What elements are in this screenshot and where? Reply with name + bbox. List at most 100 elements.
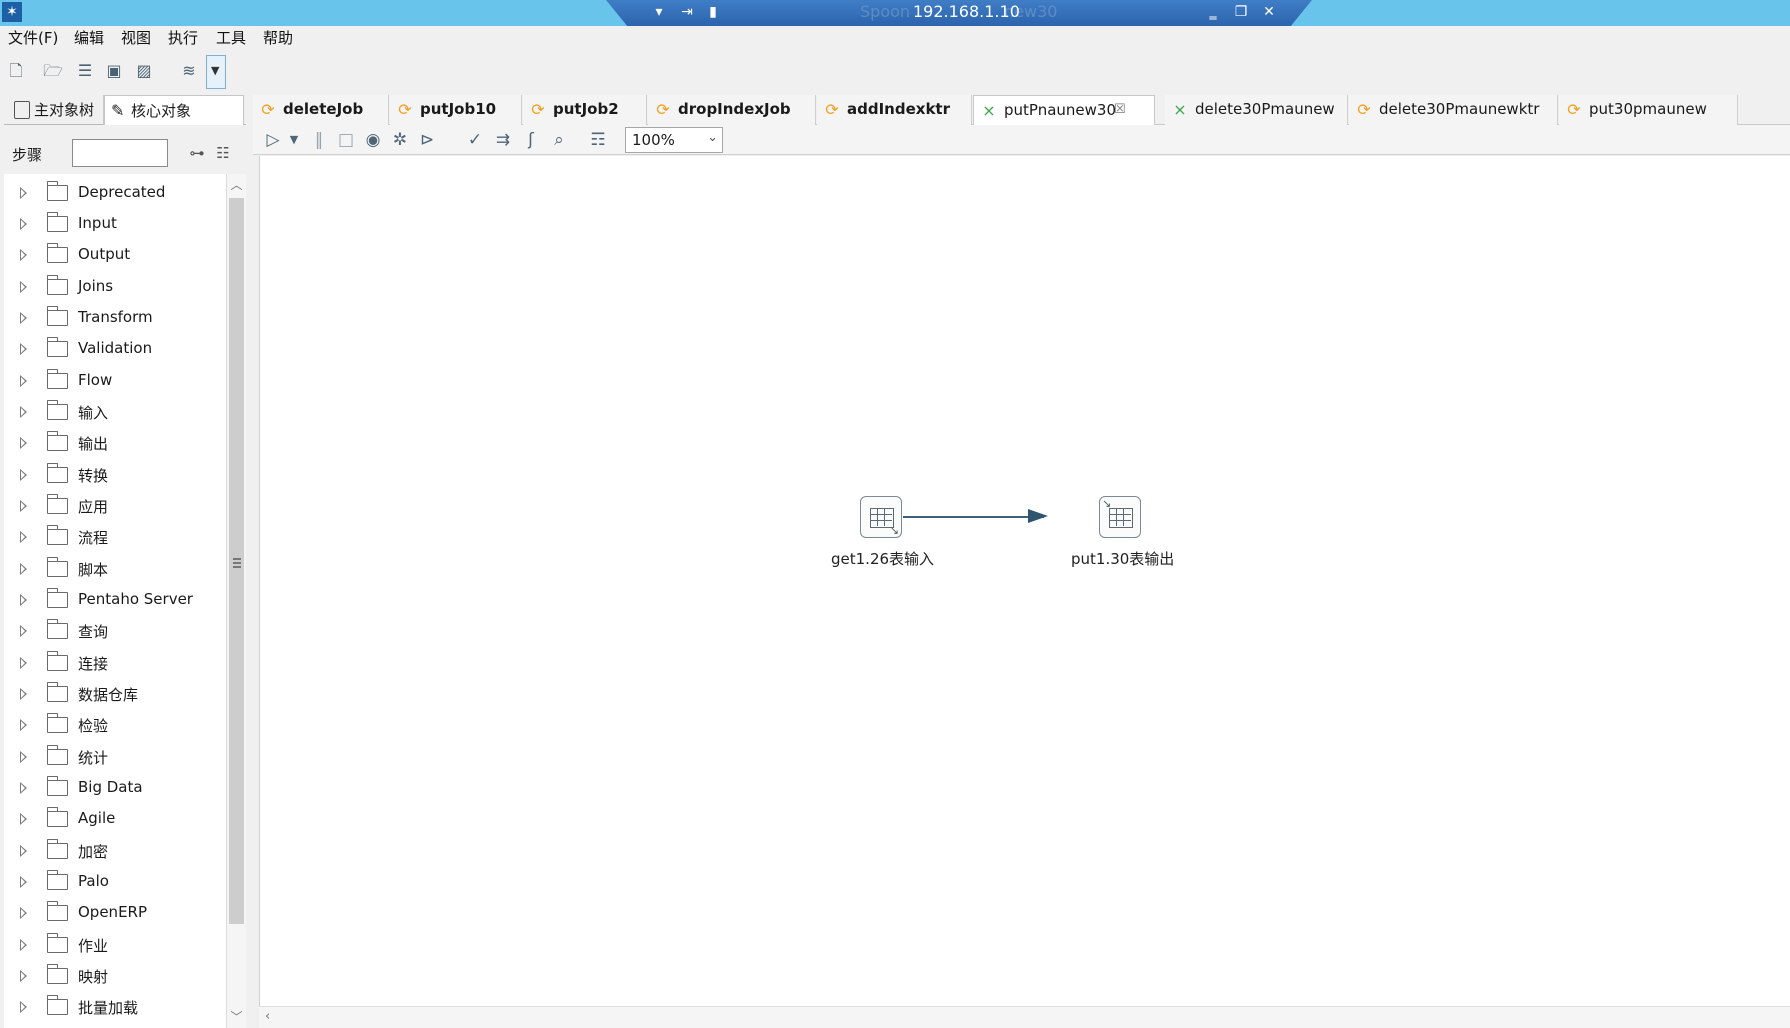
tree-vertical-scrollbar[interactable]: ︿ ﹀ xyxy=(226,174,246,1028)
verify-icon[interactable]: ✓ xyxy=(463,128,487,152)
expand-arrow-icon[interactable] xyxy=(20,782,27,794)
expand-arrow-icon[interactable] xyxy=(20,249,27,261)
tab-delete30pmaunewktr[interactable]: ⟳ delete30Pmaunewktr xyxy=(1349,95,1558,125)
expand-arrow-icon[interactable] xyxy=(20,907,27,919)
tree-item-validation[interactable]: Validation xyxy=(4,335,226,363)
tree-item-pentaho-server[interactable]: Pentaho Server xyxy=(4,586,226,614)
scroll-left-icon[interactable]: ‹ xyxy=(265,1009,270,1024)
expand-arrow-icon[interactable] xyxy=(20,500,27,512)
tree-item-input[interactable]: Input xyxy=(4,210,226,238)
expand-arrow-icon[interactable] xyxy=(20,343,27,355)
debug-icon[interactable]: ✲ xyxy=(388,128,412,152)
run-options-dropdown-icon[interactable]: ▼ xyxy=(282,128,306,152)
expand-arrow-icon[interactable] xyxy=(20,281,27,293)
expand-arrow-icon[interactable] xyxy=(20,375,27,387)
tab-addindexktr[interactable]: ⟳ addIndexktr xyxy=(817,95,972,125)
tab-putjob2[interactable]: ⟳ putJob2 xyxy=(523,95,647,125)
menu-file[interactable]: 文件(F) xyxy=(8,28,58,48)
panel-splitter[interactable] xyxy=(247,95,253,1028)
minimize-icon[interactable]: ‗ xyxy=(1202,1,1224,23)
menu-tools[interactable]: 工具 xyxy=(216,28,246,48)
restore-icon[interactable]: ❐ xyxy=(1230,1,1252,23)
expand-arrow-icon[interactable] xyxy=(20,406,27,418)
tab-deletejob[interactable]: ⟳ deleteJob xyxy=(253,95,389,125)
sql-icon[interactable]: ʃ xyxy=(519,128,543,152)
tree-item-data-warehouse[interactable]: 数据仓库 xyxy=(4,680,226,708)
expand-arrow-icon[interactable] xyxy=(20,688,27,700)
tab-putpnaunew30[interactable]: ⨯ putPnaunew30 ☒ xyxy=(973,95,1155,125)
tab-putjob10[interactable]: ⟳ putJob10 xyxy=(390,95,522,125)
tree-item-output-cn[interactable]: 输出 xyxy=(4,429,226,457)
menu-help[interactable]: 帮助 xyxy=(263,28,293,48)
tree-item-application[interactable]: 应用 xyxy=(4,492,226,520)
explore-db-icon[interactable]: ⌕ xyxy=(547,128,571,152)
perspective-dropdown-button[interactable]: ▼ xyxy=(206,55,226,89)
steps-search-input[interactable] xyxy=(72,139,168,167)
expand-arrow-icon[interactable] xyxy=(20,187,27,199)
expand-tree-icon[interactable]: ☷ xyxy=(212,142,234,164)
expand-arrow-icon[interactable] xyxy=(20,469,27,481)
tree-item-input-cn[interactable]: 输入 xyxy=(4,398,226,426)
canvas-horizontal-scrollbar[interactable]: ‹ xyxy=(259,1006,1790,1028)
expand-arrow-icon[interactable] xyxy=(20,845,27,857)
menu-view[interactable]: 视图 xyxy=(121,28,151,48)
expand-arrow-icon[interactable] xyxy=(20,531,27,543)
scroll-up-icon[interactable]: ︿ xyxy=(227,176,246,194)
save-as-icon[interactable]: ▨ xyxy=(133,60,155,82)
tree-item-bulk-loading[interactable]: 批量加载 xyxy=(4,993,226,1021)
show-results-icon[interactable]: ☶ xyxy=(586,128,610,152)
hop-line[interactable] xyxy=(903,516,1044,518)
expand-arrow-icon[interactable] xyxy=(20,719,27,731)
tab-main-object-tree[interactable]: 主对象树 xyxy=(8,95,104,125)
expand-arrow-icon[interactable] xyxy=(20,563,27,575)
step-table-output[interactable]: ↘ xyxy=(1099,496,1141,538)
preview-icon[interactable]: ◉ xyxy=(361,128,385,152)
expand-arrow-icon[interactable] xyxy=(20,625,27,637)
chevron-down-icon[interactable]: ▾ xyxy=(648,1,670,23)
expand-arrow-icon[interactable] xyxy=(20,813,27,825)
impact-icon[interactable]: ⇉ xyxy=(491,128,515,152)
tab-core-objects[interactable]: ✎ 核心对象 xyxy=(104,95,244,125)
scrollbar-thumb[interactable] xyxy=(229,198,244,924)
tree-item-joins-cn[interactable]: 连接 xyxy=(4,649,226,677)
expand-arrow-icon[interactable] xyxy=(20,657,27,669)
expand-arrow-icon[interactable] xyxy=(20,939,27,951)
tab-put30pmaunew[interactable]: ⟳ put30pmaunew xyxy=(1559,95,1738,125)
tree-item-flow[interactable]: Flow xyxy=(4,367,226,395)
tree-item-joins[interactable]: Joins xyxy=(4,273,226,301)
tree-item-mapping[interactable]: 映射 xyxy=(4,962,226,990)
stop-icon[interactable]: □ xyxy=(334,128,358,152)
tree-item-job[interactable]: 作业 xyxy=(4,931,226,959)
close-tab-icon[interactable]: ☒ xyxy=(1114,102,1126,117)
expand-arrow-icon[interactable] xyxy=(20,594,27,606)
tree-item-encryption[interactable]: 加密 xyxy=(4,837,226,865)
tree-item-lookup[interactable]: 查询 xyxy=(4,617,226,645)
replay-icon[interactable]: ⊳ xyxy=(415,128,439,152)
transformation-canvas[interactable] xyxy=(259,156,1790,1006)
menu-edit[interactable]: 编辑 xyxy=(74,28,104,48)
scroll-down-icon[interactable]: ﹀ xyxy=(227,1008,246,1026)
tree-item-agile[interactable]: Agile xyxy=(4,805,226,833)
tree-item-scripting[interactable]: 脚本 xyxy=(4,555,226,583)
collapse-tree-icon[interactable]: ⊶ xyxy=(186,142,208,164)
expand-arrow-icon[interactable] xyxy=(20,751,27,763)
tree-item-flow-cn[interactable]: 流程 xyxy=(4,523,226,551)
step-table-input[interactable]: ↘ xyxy=(860,496,902,538)
tree-item-big-data[interactable]: Big Data xyxy=(4,774,226,802)
new-file-icon[interactable]: 🗋 xyxy=(5,60,27,82)
pin-icon[interactable]: ⇥ xyxy=(676,1,698,23)
pause-icon[interactable]: ‖ xyxy=(307,128,331,152)
expand-arrow-icon[interactable] xyxy=(20,970,27,982)
expand-arrow-icon[interactable] xyxy=(20,218,27,230)
zoom-select[interactable]: 100% ⌄ xyxy=(625,127,723,153)
tree-item-deprecated[interactable]: Deprecated xyxy=(4,179,226,207)
pentaho-spoon-icon[interactable]: ✶ xyxy=(2,2,22,22)
open-folder-icon[interactable]: 🗁 xyxy=(42,60,64,82)
tree-item-openerp[interactable]: OpenERP xyxy=(4,899,226,927)
expand-arrow-icon[interactable] xyxy=(20,312,27,324)
expand-arrow-icon[interactable] xyxy=(20,1001,27,1013)
tree-item-validation-cn[interactable]: 检验 xyxy=(4,711,226,739)
tree-item-transform-cn[interactable]: 转换 xyxy=(4,461,226,489)
tab-delete30pmaunew[interactable]: ⨯ delete30Pmaunew xyxy=(1165,95,1348,125)
menu-run[interactable]: 执行 xyxy=(168,28,198,48)
